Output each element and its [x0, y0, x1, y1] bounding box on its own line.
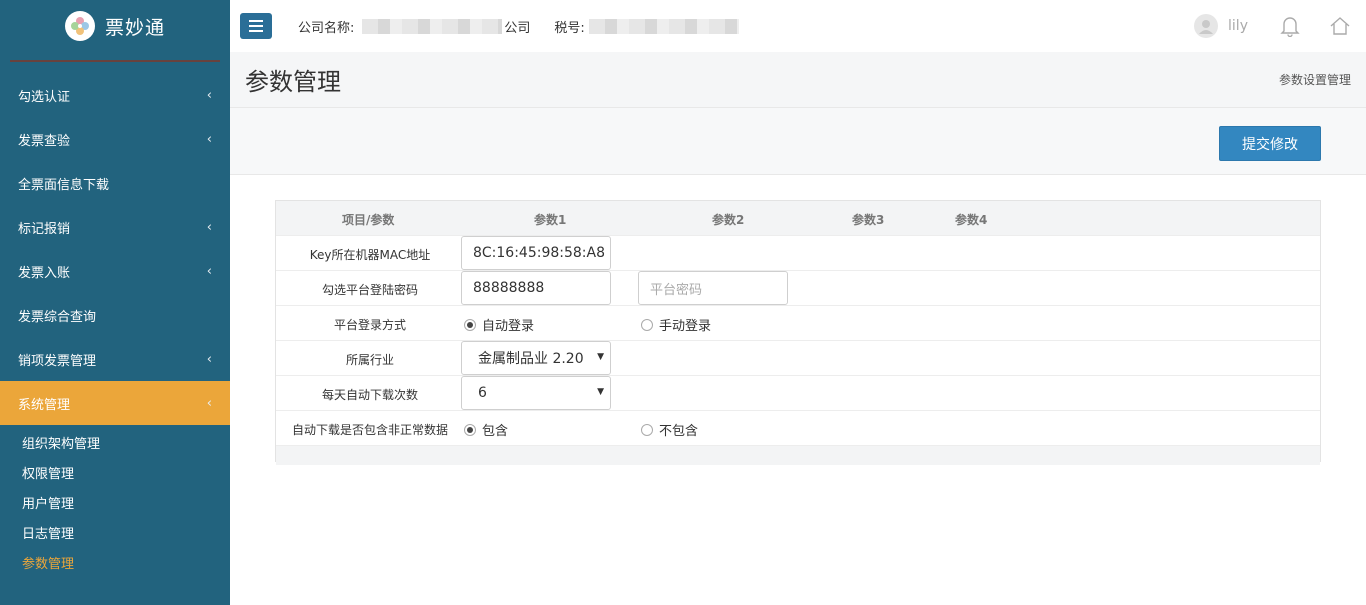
- submenu-item-org[interactable]: 组织架构管理: [0, 427, 230, 457]
- tax-label: 税号:: [554, 20, 585, 36]
- sidebar-item-label: 全票面信息下载: [18, 177, 110, 193]
- app-name: 票妙通: [104, 16, 165, 39]
- sidebar-item-sales-invoice[interactable]: 销项发票管理 ‹: [0, 337, 230, 381]
- hamburger-icon[interactable]: [240, 13, 272, 39]
- table-row: 自动下载是否包含非正常数据 包含 不包含: [276, 410, 1320, 445]
- sidebar-item-check-certification[interactable]: 勾选认证 ‹: [0, 73, 230, 117]
- sidebar-item-label: 系统管理: [18, 397, 71, 413]
- top-bar: 公司名称: 公司 税号: lily: [230, 0, 1366, 52]
- radio-auto-login[interactable]: 自动登录: [464, 315, 534, 334]
- sidebar: 票妙通 勾选认证 ‹ 发票查验 ‹ 全票面信息下载 标记报销 ‹ 发票入账 ‹: [0, 0, 230, 605]
- sidebar-item-mark-reimburse[interactable]: 标记报销 ‹: [0, 205, 230, 249]
- main-content: 参数管理 参数设置管理 提交修改 项目/参数 参数1 参数2 参数3 参数4 K…: [230, 52, 1366, 605]
- page-title: 参数管理: [245, 68, 341, 96]
- column-header: 参数2: [712, 213, 745, 227]
- logo-icon: [64, 11, 95, 41]
- submenu-item-permissions[interactable]: 权限管理: [0, 457, 230, 487]
- radio-include[interactable]: 包含: [464, 420, 508, 439]
- radio-label: 自动登录: [482, 319, 535, 334]
- sidebar-item-full-download[interactable]: 全票面信息下载: [0, 161, 230, 205]
- column-header: 参数1: [534, 213, 567, 227]
- radio-manual-login[interactable]: 手动登录: [641, 315, 711, 334]
- sidebar-item-label: 标记报销: [18, 221, 71, 237]
- avatar[interactable]: [1194, 14, 1219, 38]
- table-row: 所属行业 金属制品业 2.20 ▼: [276, 340, 1320, 375]
- platform-password-input[interactable]: 88888888: [461, 271, 611, 305]
- sidebar-item-invoice-verify[interactable]: 发票查验 ‹: [0, 117, 230, 161]
- app-logo: 票妙通: [0, 0, 230, 52]
- radio-label: 不包含: [659, 424, 699, 439]
- radio-unchecked-icon: [641, 318, 653, 331]
- table-row: 平台登录方式 自动登录 手动登录: [276, 305, 1320, 340]
- username[interactable]: lily: [1228, 18, 1248, 34]
- radio-exclude[interactable]: 不包含: [641, 420, 698, 439]
- selected-value: 6: [478, 385, 487, 401]
- system-submenu: 组织架构管理 权限管理 用户管理 日志管理 参数管理: [0, 425, 230, 577]
- radio-checked-icon: [464, 318, 476, 331]
- sidebar-item-label: 发票入账: [18, 265, 71, 281]
- table-row: 每天自动下载次数 6 ▼: [276, 375, 1320, 410]
- sidebar-item-invoice-query[interactable]: 发票综合查询: [0, 293, 230, 337]
- caret-down-icon: ▼: [597, 387, 604, 397]
- row-label: 自动下载是否包含非正常数据: [291, 423, 448, 437]
- column-header: 参数4: [955, 213, 988, 227]
- home-icon[interactable]: [1328, 14, 1352, 38]
- breadcrumb[interactable]: 参数设置管理: [1279, 71, 1351, 88]
- sidebar-item-system-management[interactable]: 系统管理 ‹: [0, 381, 230, 425]
- chevron-left-icon: ‹: [206, 351, 212, 367]
- radio-label: 包含: [482, 424, 509, 439]
- row-label: 所属行业: [345, 353, 394, 367]
- radio-label: 手动登录: [659, 319, 712, 334]
- chevron-left-icon: ‹: [206, 219, 212, 235]
- chevron-left-icon: ‹: [206, 131, 212, 147]
- page-header: 参数管理 参数设置管理: [230, 52, 1366, 108]
- column-header: 参数3: [852, 213, 885, 227]
- mac-address-input[interactable]: 8C:16:45:98:58:A8: [461, 236, 611, 270]
- platform-password-input-2[interactable]: 平台密码: [638, 271, 788, 305]
- table-header: 项目/参数 参数1 参数2 参数3 参数4: [276, 201, 1320, 235]
- top-right-actions: lily: [1194, 0, 1366, 52]
- sidebar-item-label: 勾选认证: [18, 89, 71, 105]
- company-suffix: 公司: [504, 20, 531, 36]
- chevron-left-icon: ‹: [206, 87, 212, 103]
- radio-checked-icon: [464, 423, 476, 436]
- table-row: 勾选平台登陆密码 88888888 平台密码: [276, 270, 1320, 305]
- table-footer: [276, 445, 1320, 465]
- app-root: 票妙通 勾选认证 ‹ 发票查验 ‹ 全票面信息下载 标记报销 ‹ 发票入账 ‹: [0, 0, 1366, 605]
- row-label: 平台登录方式: [333, 318, 406, 332]
- sidebar-divider: [10, 60, 220, 62]
- submit-button[interactable]: 提交修改: [1219, 126, 1321, 161]
- selected-value: 金属制品业 2.20: [478, 351, 584, 367]
- industry-select[interactable]: 金属制品业 2.20 ▼: [461, 341, 611, 375]
- submenu-item-params[interactable]: 参数管理: [0, 547, 230, 577]
- company-name-redacted: [362, 18, 503, 34]
- submenu-item-users[interactable]: 用户管理: [0, 487, 230, 517]
- submenu-item-logs[interactable]: 日志管理: [0, 517, 230, 547]
- row-label: Key所在机器MAC地址: [309, 248, 431, 262]
- sidebar-item-label: 发票查验: [18, 133, 71, 149]
- sidebar-item-invoice-entry[interactable]: 发票入账 ‹: [0, 249, 230, 293]
- row-label: 勾选平台登陆密码: [321, 283, 418, 297]
- sidebar-menu: 勾选认证 ‹ 发票查验 ‹ 全票面信息下载 标记报销 ‹ 发票入账 ‹ 发票综合…: [0, 73, 230, 577]
- param-table: 项目/参数 参数1 参数2 参数3 参数4 Key所在机器MAC地址 8C:16…: [275, 200, 1321, 465]
- column-header: 项目/参数: [342, 213, 395, 227]
- table-row: Key所在机器MAC地址 8C:16:45:98:58:A8: [276, 235, 1320, 270]
- sidebar-item-label: 销项发票管理: [18, 353, 97, 369]
- radio-unchecked-icon: [641, 423, 653, 436]
- company-info: 公司名称: 公司 税号:: [298, 17, 739, 36]
- row-label: 每天自动下载次数: [321, 388, 418, 402]
- caret-down-icon: ▼: [597, 352, 604, 362]
- sidebar-item-label: 发票综合查询: [18, 309, 97, 325]
- company-label: 公司名称:: [298, 20, 355, 36]
- bell-icon[interactable]: [1278, 14, 1302, 38]
- tax-number-redacted: [588, 18, 739, 34]
- chevron-left-icon: ‹: [206, 395, 212, 411]
- daily-downloads-select[interactable]: 6 ▼: [461, 376, 611, 410]
- chevron-left-icon: ‹: [206, 263, 212, 279]
- action-bar: 提交修改: [230, 108, 1366, 175]
